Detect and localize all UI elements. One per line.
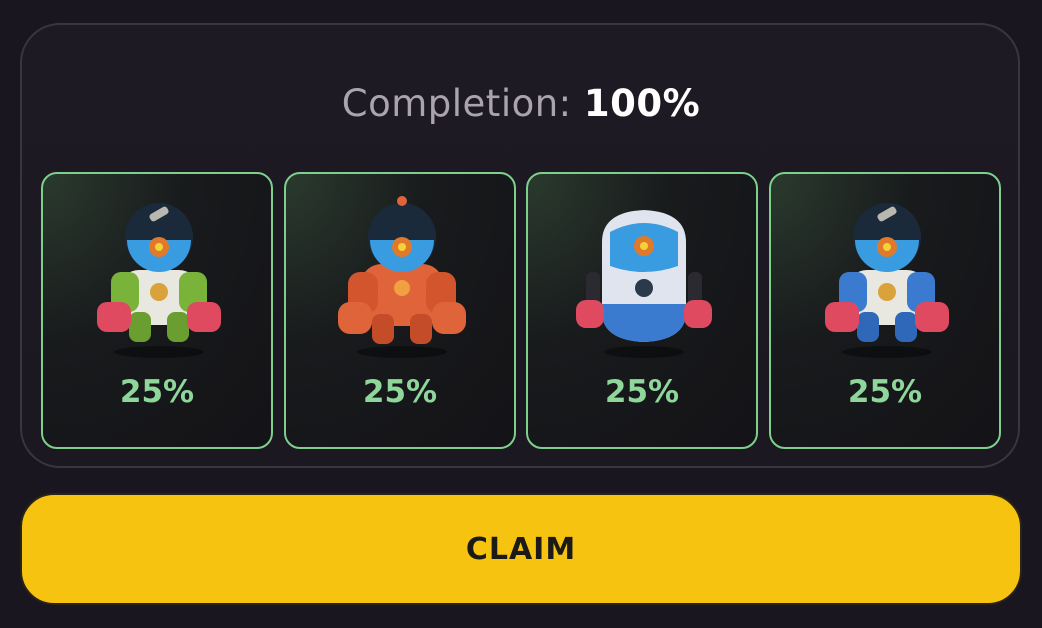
reward-card-2[interactable]: 25%: [284, 172, 516, 449]
completion-value: 100%: [583, 82, 701, 125]
card-percent: 25%: [119, 374, 195, 410]
card-percent: 25%: [847, 374, 923, 410]
reward-card-4[interactable]: 25%: [769, 172, 1001, 449]
orange-robot-icon: [338, 196, 466, 358]
blue-robot-icon: [825, 203, 949, 358]
completion-label: Completion:: [341, 82, 572, 125]
green-robot-icon: [97, 203, 221, 358]
white-robot-icon: [576, 210, 712, 358]
completion-status: Completion: 100%: [0, 82, 1042, 126]
claim-button[interactable]: CLAIM: [20, 493, 1022, 605]
reward-card-1[interactable]: 25%: [41, 172, 273, 449]
card-percent: 25%: [362, 374, 438, 410]
reward-card-3[interactable]: 25%: [526, 172, 758, 449]
card-percent: 25%: [604, 374, 680, 410]
